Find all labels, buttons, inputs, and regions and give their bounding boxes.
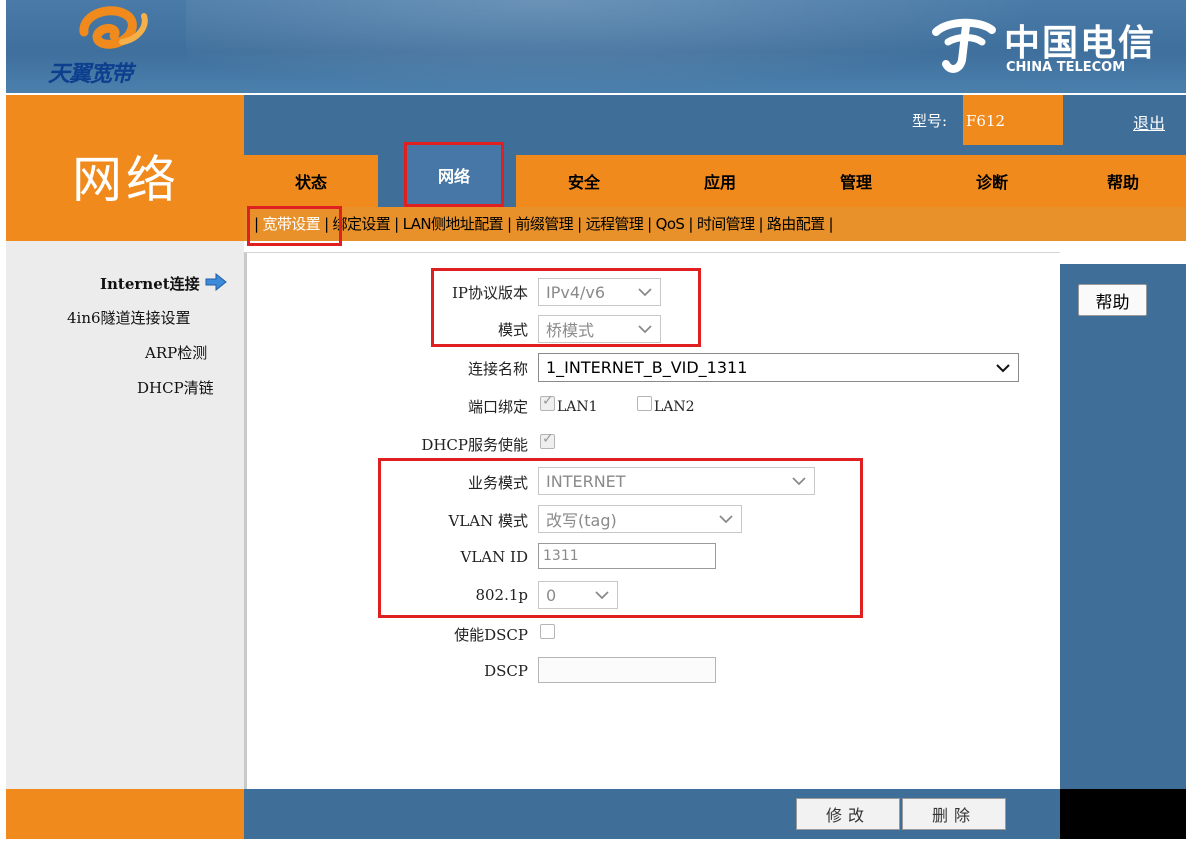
tab-diagnosis[interactable]: 诊断 — [924, 155, 1060, 207]
tab-status[interactable]: 状态 — [244, 155, 378, 207]
left-menu-item-4in6[interactable]: 4in6隧道连接设置 — [67, 307, 191, 328]
connection-name-select[interactable]: 1_INTERNET_B_VID_1311 — [538, 353, 1019, 382]
page-title: 网络 — [72, 151, 180, 209]
operator-name-en: CHINA TELECOM — [1006, 60, 1126, 75]
p8021-label: 802.1p — [475, 586, 528, 604]
left-menu-item-arp[interactable]: ARP检测 — [145, 342, 207, 363]
service-mode-value: INTERNET — [546, 471, 626, 491]
vlan-id-input[interactable]: 1311 — [538, 543, 716, 569]
subnav-qos[interactable]: QoS — [656, 215, 685, 233]
subnav-prefix[interactable]: 前缀管理 — [515, 213, 573, 234]
tab-application[interactable]: 应用 — [652, 155, 788, 207]
dscp-input[interactable] — [538, 657, 716, 683]
left-menu-item-internet[interactable]: Internet连接 — [100, 272, 227, 294]
footer-left — [6, 789, 244, 839]
arrow-right-icon — [205, 272, 227, 292]
subnav-route[interactable]: 路由配置 — [767, 213, 825, 234]
enable-dscp-checkbox[interactable] — [540, 624, 555, 639]
chevron-down-icon — [638, 325, 652, 334]
mode-select[interactable]: 桥模式 — [538, 315, 661, 343]
ip-version-select[interactable]: IPv4/v6 — [538, 278, 661, 306]
operator-name: 中国电信 — [1004, 23, 1157, 64]
subnav-highlight-box — [247, 206, 342, 246]
lan1-label: LAN1 — [557, 399, 598, 415]
lan2-checkbox[interactable] — [637, 396, 652, 411]
connection-name-label: 连接名称 — [467, 360, 528, 378]
lan2-label: LAN2 — [654, 399, 695, 415]
vlan-id-label: VLAN ID — [460, 548, 528, 566]
dscp-label: DSCP — [484, 662, 528, 680]
brand-logo-text: 天翼宽带 — [48, 62, 133, 87]
left-menu-item-dhcp[interactable]: DHCP清链 — [137, 377, 214, 398]
dhcp-service-checkbox[interactable] — [540, 431, 555, 449]
right-help-panel — [1060, 264, 1186, 789]
chevron-down-icon — [996, 364, 1010, 373]
model-value: F612 — [966, 112, 1006, 130]
mode-value: 桥模式 — [546, 321, 595, 340]
ip-version-label: IP协议版本 — [451, 284, 528, 302]
delete-button[interactable]: 删除 — [902, 798, 1006, 830]
model-label: 型号: — [912, 112, 948, 130]
tianyi-logo-icon — [79, 6, 148, 49]
mode-label: 模式 — [497, 321, 528, 339]
p8021-select[interactable]: 0 — [538, 581, 618, 609]
service-mode-label: 业务模式 — [467, 474, 528, 492]
footer-right — [1060, 789, 1186, 839]
port-binding-label: 端口绑定 — [467, 398, 528, 416]
chevron-down-icon — [638, 288, 652, 297]
vlan-mode-value: 改写(tag) — [546, 511, 617, 530]
logout-link[interactable]: 退出 — [1133, 110, 1165, 134]
vlan-mode-label: VLAN 模式 — [448, 512, 528, 530]
chevron-down-icon — [595, 591, 609, 600]
tab-management[interactable]: 管理 — [788, 155, 924, 207]
tab-help[interactable]: 帮助 — [1060, 155, 1186, 207]
p8021-value: 0 — [546, 585, 557, 605]
dhcp-service-label: DHCP服务使能 — [421, 436, 528, 454]
left-menu-item-label: Internet连接 — [100, 275, 200, 293]
service-mode-select[interactable]: INTERNET — [538, 467, 815, 495]
lan1-checkbox[interactable] — [540, 393, 555, 411]
subnav-remote[interactable]: 远程管理 — [586, 213, 644, 234]
vlan-mode-select[interactable]: 改写(tag) — [538, 505, 742, 533]
chevron-down-icon — [719, 515, 733, 524]
chevron-down-icon — [792, 477, 806, 486]
help-button[interactable]: 帮助 — [1078, 284, 1147, 316]
connection-name-value: 1_INTERNET_B_VID_1311 — [546, 358, 748, 377]
tab-security[interactable]: 安全 — [516, 155, 652, 207]
tab-network[interactable]: 网络 — [404, 142, 504, 207]
modify-button[interactable]: 修改 — [796, 798, 900, 830]
subnav-lan-address[interactable]: LAN侧地址配置 — [403, 213, 504, 234]
ip-version-value: IPv4/v6 — [546, 282, 606, 302]
subnav-time[interactable]: 时间管理 — [697, 213, 755, 234]
enable-dscp-label: 使能DSCP — [454, 626, 528, 644]
china-telecom-logo-icon — [932, 18, 996, 73]
